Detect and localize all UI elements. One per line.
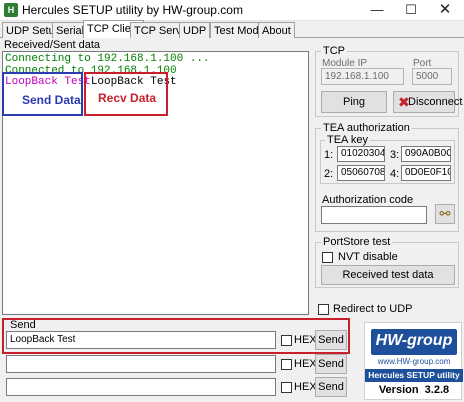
nvt-disable-label: NVT disable xyxy=(338,251,398,263)
disconnect-button[interactable]: ✖ Disconnect xyxy=(393,91,462,113)
redirect-udp-checkbox[interactable] xyxy=(318,304,329,315)
hex-checkbox-2[interactable] xyxy=(281,359,292,370)
logo-version: Version 3.2.8 xyxy=(378,384,450,396)
authorization-code-field[interactable] xyxy=(321,206,427,224)
close-button[interactable]: ✕ xyxy=(428,0,462,21)
disconnect-x-icon: ✖ xyxy=(398,94,410,110)
minimize-button[interactable]: — xyxy=(360,0,394,21)
send-data-annotation: Send Data xyxy=(22,93,81,107)
log-line: Connecting to 192.168.1.100 ... xyxy=(5,53,210,65)
send-input-1[interactable]: LoopBack Test xyxy=(6,331,276,349)
hex-checkbox-3[interactable] xyxy=(281,382,292,393)
send-input-2[interactable] xyxy=(6,355,276,373)
send-input-3[interactable] xyxy=(6,378,276,396)
tea-key-title: TEA key xyxy=(325,134,370,146)
send-button-3[interactable]: Send xyxy=(315,377,347,397)
logo-product: Hercules SETUP utility xyxy=(365,369,463,382)
hex-label-3: HEX xyxy=(294,381,317,393)
send-button-2[interactable]: Send xyxy=(315,354,347,374)
tea-key-2-field[interactable]: 05060708 xyxy=(337,165,385,181)
tea-key-1-field[interactable]: 01020304 xyxy=(337,146,385,162)
received-sent-label: Received/Sent data xyxy=(4,39,101,51)
log-line-text: Connecting to 192.168.1.100 ... xyxy=(5,53,210,65)
port-field[interactable]: 5000 xyxy=(412,68,452,85)
tea-key-1-index: 1: xyxy=(324,149,334,161)
tea-key-3-index: 3: xyxy=(390,149,400,161)
redirect-udp-label: Redirect to UDP xyxy=(333,303,413,315)
ping-button[interactable]: Ping xyxy=(321,91,387,113)
portstore-title: PortStore test xyxy=(321,236,393,248)
tcp-group-title: TCP xyxy=(321,45,347,57)
maximize-button[interactable]: ☐ xyxy=(394,0,428,21)
logo-brand: HW-group xyxy=(375,332,453,349)
logo-banner: HW-group xyxy=(371,329,457,355)
tea-key-3-field[interactable]: 090A0B0C xyxy=(401,146,451,162)
logo-website: www.HW-group.com xyxy=(377,357,451,366)
key-icon[interactable]: ⚯ xyxy=(435,204,455,224)
send-button-1[interactable]: Send xyxy=(315,330,347,350)
tea-key-2-index: 2: xyxy=(324,168,334,180)
tea-authorization-title: TEA authorization xyxy=(321,122,412,134)
app-icon: H xyxy=(4,3,18,17)
disconnect-label: Disconnect xyxy=(408,96,463,108)
hw-group-logo: HW-group www.HW-group.com Hercules SETUP… xyxy=(364,322,463,400)
received-test-data-button[interactable]: Received test data xyxy=(321,265,455,285)
tab-about[interactable]: About xyxy=(258,22,295,38)
recv-data-annotation: Recv Data xyxy=(98,91,157,105)
hex-label-2: HEX xyxy=(294,358,317,370)
window-title: Hercules SETUP utility by HW-group.com xyxy=(22,3,243,17)
tea-key-4-index: 4: xyxy=(390,168,400,180)
tab-udp[interactable]: UDP xyxy=(179,22,211,38)
authorization-code-label: Authorization code xyxy=(322,194,414,206)
nvt-disable-checkbox[interactable] xyxy=(322,252,333,263)
hex-checkbox-1[interactable] xyxy=(281,335,292,346)
module-ip-field[interactable]: 192.168.1.100 xyxy=(321,68,404,85)
tea-key-4-field[interactable]: 0D0E0F10 xyxy=(401,165,451,181)
hex-label-1: HEX xyxy=(294,334,317,346)
send-group-label: Send xyxy=(10,319,36,331)
